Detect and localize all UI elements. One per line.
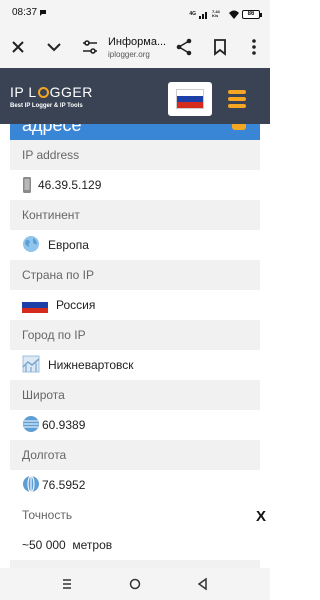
site-settings-icon[interactable] (80, 37, 100, 57)
city-label-row: Город по IP (10, 320, 260, 350)
city-value: Нижневартовск (48, 358, 134, 372)
country-label: Страна по IP (22, 268, 94, 282)
logo-text-left: IP L (10, 84, 37, 100)
russia-flag-icon (22, 297, 48, 313)
longitude-label-row: Долгота (10, 440, 260, 470)
battery-indicator: 86 (242, 9, 262, 19)
share-icon[interactable] (174, 37, 194, 57)
ip-address-value-row: 46.39.5.129 (10, 170, 260, 200)
ad-close-button[interactable]: X (256, 508, 266, 525)
browser-toolbar: Информа... iplogger.org (0, 28, 270, 68)
latitude-label: Широта (22, 388, 65, 402)
accuracy-label-row: Точность (10, 500, 260, 530)
longitude-value: 76.5952 (42, 478, 86, 492)
back-icon[interactable] (196, 577, 210, 591)
city-value-row: Нижневартовск (10, 350, 260, 380)
country-label-row: Страна по IP (10, 260, 260, 290)
page-domain: iplogger.org (108, 50, 150, 59)
ip-address-label-row: IP address (10, 140, 260, 170)
logo-tagline: Best IP Logger & IP Tools (10, 103, 83, 109)
status-indicators: 4G 7.44 K/s 86 (189, 8, 262, 20)
globe-icon (23, 236, 39, 252)
site-logo[interactable]: IP L GGER Best IP Logger & IP Tools (10, 84, 93, 109)
accuracy-value: ~50 000 метров (22, 538, 113, 552)
longitude-globe-icon (23, 475, 39, 493)
status-bar: 08:37 4G 7.44 K/s 86 (0, 0, 270, 28)
language-flag-button[interactable] (168, 82, 212, 116)
wifi-icon (229, 10, 239, 19)
continent-label: Континент (22, 208, 80, 222)
phone-icon (23, 177, 31, 193)
russia-flag-icon (176, 89, 204, 109)
message-icon (40, 10, 46, 16)
heading-badge-icon (232, 124, 246, 130)
accuracy-label: Точность (22, 508, 73, 522)
ip-address-label: IP address (22, 148, 80, 162)
close-icon[interactable] (8, 37, 28, 57)
latitude-label-row: Широта (10, 380, 260, 410)
continent-value: Европа (48, 238, 89, 252)
continent-value-row: Европа (10, 230, 260, 260)
signal-icon (199, 11, 207, 19)
latitude-value: 60.9389 (42, 418, 86, 432)
continent-label-row: Континент (10, 200, 260, 230)
city-label: Город по IP (22, 328, 86, 342)
recent-apps-icon[interactable] (60, 577, 74, 591)
network-speed: 7.44 K/s (212, 9, 220, 18)
country-value-row: Россия (10, 290, 260, 320)
country-value: Россия (56, 298, 96, 312)
card-heading: адресе (10, 124, 260, 140)
chevron-down-icon[interactable] (44, 37, 64, 57)
accuracy-value-row: ~50 000 метров (10, 530, 260, 560)
longitude-value-row: 76.5952 (10, 470, 260, 500)
system-nav-bar (0, 568, 270, 600)
ip-address-value: 46.39.5.129 (38, 178, 102, 192)
latitude-globe-icon (23, 416, 39, 432)
status-time: 08:37 (12, 7, 38, 18)
hamburger-menu-button[interactable] (226, 86, 248, 112)
page-title: Информа... (108, 36, 167, 48)
longitude-label: Долгота (22, 448, 67, 462)
card-heading-text: адресе (22, 124, 82, 135)
url-box[interactable]: Информа... iplogger.org (108, 36, 172, 59)
bookmark-icon[interactable] (210, 37, 230, 57)
more-vert-icon[interactable] (244, 37, 264, 57)
logo-ring-icon (37, 87, 49, 98)
city-map-icon (22, 355, 40, 373)
latitude-value-row: 60.9389 (10, 410, 260, 440)
logo-text-right: GGER (49, 84, 93, 100)
network-type: 4G (189, 10, 196, 17)
home-icon[interactable] (128, 577, 142, 591)
